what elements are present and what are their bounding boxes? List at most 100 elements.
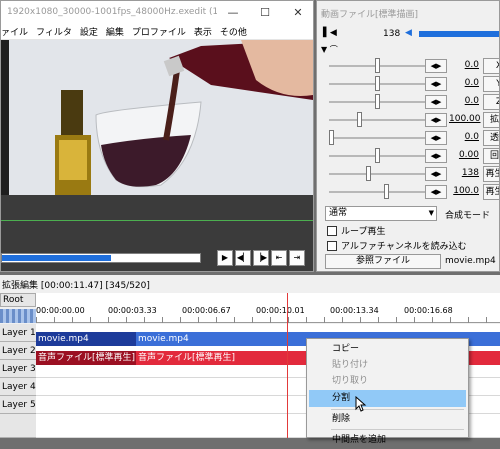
param-value[interactable]: 100.00 [449,114,481,124]
chevron-down-icon: ▼ [428,209,434,217]
minimize-button[interactable]: — [217,1,249,23]
param-step-buttons[interactable]: ◀▶ [425,149,447,163]
param-step-buttons[interactable]: ◀▶ [425,95,447,109]
frame-forward-icon[interactable]: ◀ [405,28,412,38]
clip-label: movie.mp4 [38,334,89,344]
seek-progress [2,255,111,261]
jump-end-button[interactable]: ⇥ [289,250,305,266]
layer-label[interactable]: Layer 3 [0,360,36,378]
file-name-text: movie.mp4 [445,256,496,266]
tick-label: 00:00:10.01 [256,306,305,315]
layer-label[interactable]: Layer 4 [0,378,36,396]
collapse-toggle-icon[interactable]: ▼ ⌒ [321,44,338,55]
menu-item-delete[interactable]: 削除 [309,411,466,428]
param-row-scale: ◀▶ 100.00 拡大 [321,111,499,129]
param-step-buttons[interactable]: ◀▶ [425,131,447,145]
param-slider-thumb[interactable] [375,94,380,109]
param-step-buttons[interactable]: ◀▶ [425,77,447,91]
menu-edit[interactable]: 編集 [106,25,124,38]
param-row-rotation: ◀▶ 0.00 回転 [321,147,499,165]
param-slider-thumb[interactable] [329,130,334,145]
playhead-line[interactable] [287,293,288,438]
param-row-play-speed: ◀▶ 100.0 再生速 [321,183,499,201]
alpha-checkbox[interactable]: アルファチャンネルを読み込む [327,239,467,252]
layer-label[interactable]: Layer 1 [0,324,36,342]
menu-other[interactable]: その他 [220,25,247,38]
param-value[interactable]: 0.00 [449,150,479,160]
param-row-x: ◀▶ 0.0 X [321,57,499,75]
menu-item-cut[interactable]: 切り取り [309,373,466,390]
menu-view[interactable]: 表示 [194,25,212,38]
browse-file-button[interactable]: 参照ファイル [325,254,441,269]
time-ruler[interactable]: 00:00:00.00 00:00:03.33 00:00:06.67 00:0… [36,293,500,323]
param-button[interactable]: 再生位 [483,166,499,182]
layer-label[interactable]: Layer 2 [0,342,36,360]
param-slider-thumb[interactable] [356,112,362,127]
loop-checkbox[interactable]: ループ再生 [327,224,385,237]
video-clip[interactable]: movie.mp4 [36,332,136,346]
menu-item-split[interactable]: 分割 [309,390,466,407]
param-value[interactable]: 0.0 [449,78,479,88]
root-label[interactable]: Root [0,293,36,307]
blend-mode-select[interactable]: 通常 ▼ [325,206,437,221]
menu-profile[interactable]: プロファイル [132,25,186,38]
param-step-buttons[interactable]: ◀▶ [425,185,447,199]
param-value[interactable]: 138 [449,168,479,178]
ruler-ticks [36,317,500,323]
clip-label: movie.mp4 [138,334,189,344]
menu-item-paste[interactable]: 貼り付け [309,357,466,374]
param-button[interactable]: 拡大 [483,112,499,128]
menu-separator [331,429,464,430]
jump-start-button[interactable]: ⇤ [271,250,287,266]
frame-back-icon[interactable]: ▌◀ [323,28,337,38]
param-step-buttons[interactable]: ◀▶ [425,167,447,181]
main-window: 1920x1080_30000-1001fps_48000Hz.exedit (… [0,0,314,272]
param-slider-thumb[interactable] [365,166,371,181]
param-step-buttons[interactable]: ◀▶ [425,113,447,127]
param-button[interactable]: Y [483,76,499,92]
settings-toolbar: ▌◀ 138 ◀ [317,25,499,45]
checkbox-box [327,240,337,251]
mouse-pointer-icon [355,396,367,412]
play-button[interactable]: ▶ [217,250,233,266]
preview-frame-image [9,40,313,195]
param-value[interactable]: 0.0 [449,60,479,70]
audio-clip[interactable]: 音声ファイル[標準再生] [36,351,136,365]
next-frame-button[interactable]: ▕▶ [253,250,269,266]
param-button[interactable]: 透明 [483,130,499,146]
close-button[interactable]: ✕ [282,1,313,23]
param-button[interactable]: X [483,58,499,74]
param-value[interactable]: 100.0 [449,186,479,196]
param-slider-thumb[interactable] [375,148,380,163]
param-button[interactable]: Z [483,94,499,110]
timeline-title: 拡張編集 [00:00:11.47] [345/520] [2,281,150,291]
menu-filter[interactable]: フィルタ [36,25,72,38]
blend-mode-label: 合成モード [445,211,491,221]
param-slider-thumb[interactable] [375,58,380,73]
video-preview [1,40,313,195]
param-step-buttons[interactable]: ◀▶ [425,59,447,73]
layer-header-strip [0,309,36,323]
param-value[interactable]: 0.0 [449,96,479,106]
menu-file[interactable]: ァイル [1,25,28,38]
frame-range-bar[interactable] [419,31,499,37]
param-slider-thumb[interactable] [384,184,390,199]
param-button[interactable]: 回転 [483,148,499,164]
tick-label: 00:00:16.68 [404,306,453,315]
param-button[interactable]: 再生速 [483,184,499,200]
param-row-play-position: ◀▶ 138 再生位 [321,165,499,183]
menu-item-copy[interactable]: コピー [309,341,466,358]
tick-label: 00:00:06.67 [182,306,231,315]
maximize-button[interactable]: ☐ [249,1,281,23]
menu-settings[interactable]: 設定 [80,25,98,38]
layer-label[interactable]: Layer 5 [0,396,36,414]
param-value[interactable]: 0.0 [449,132,479,142]
param-slider-thumb[interactable] [375,76,380,91]
menu-item-add-midpoint[interactable]: 中間点を追加 [309,432,466,449]
seek-track[interactable] [1,253,201,263]
clip-label: 音声ファイル[標準再生] [38,353,136,363]
menu-separator [331,409,464,410]
alpha-checkbox-label: アルファチャンネルを読み込む [341,242,467,252]
prev-frame-button[interactable]: ◀▏ [235,250,251,266]
layer-label [0,414,36,438]
